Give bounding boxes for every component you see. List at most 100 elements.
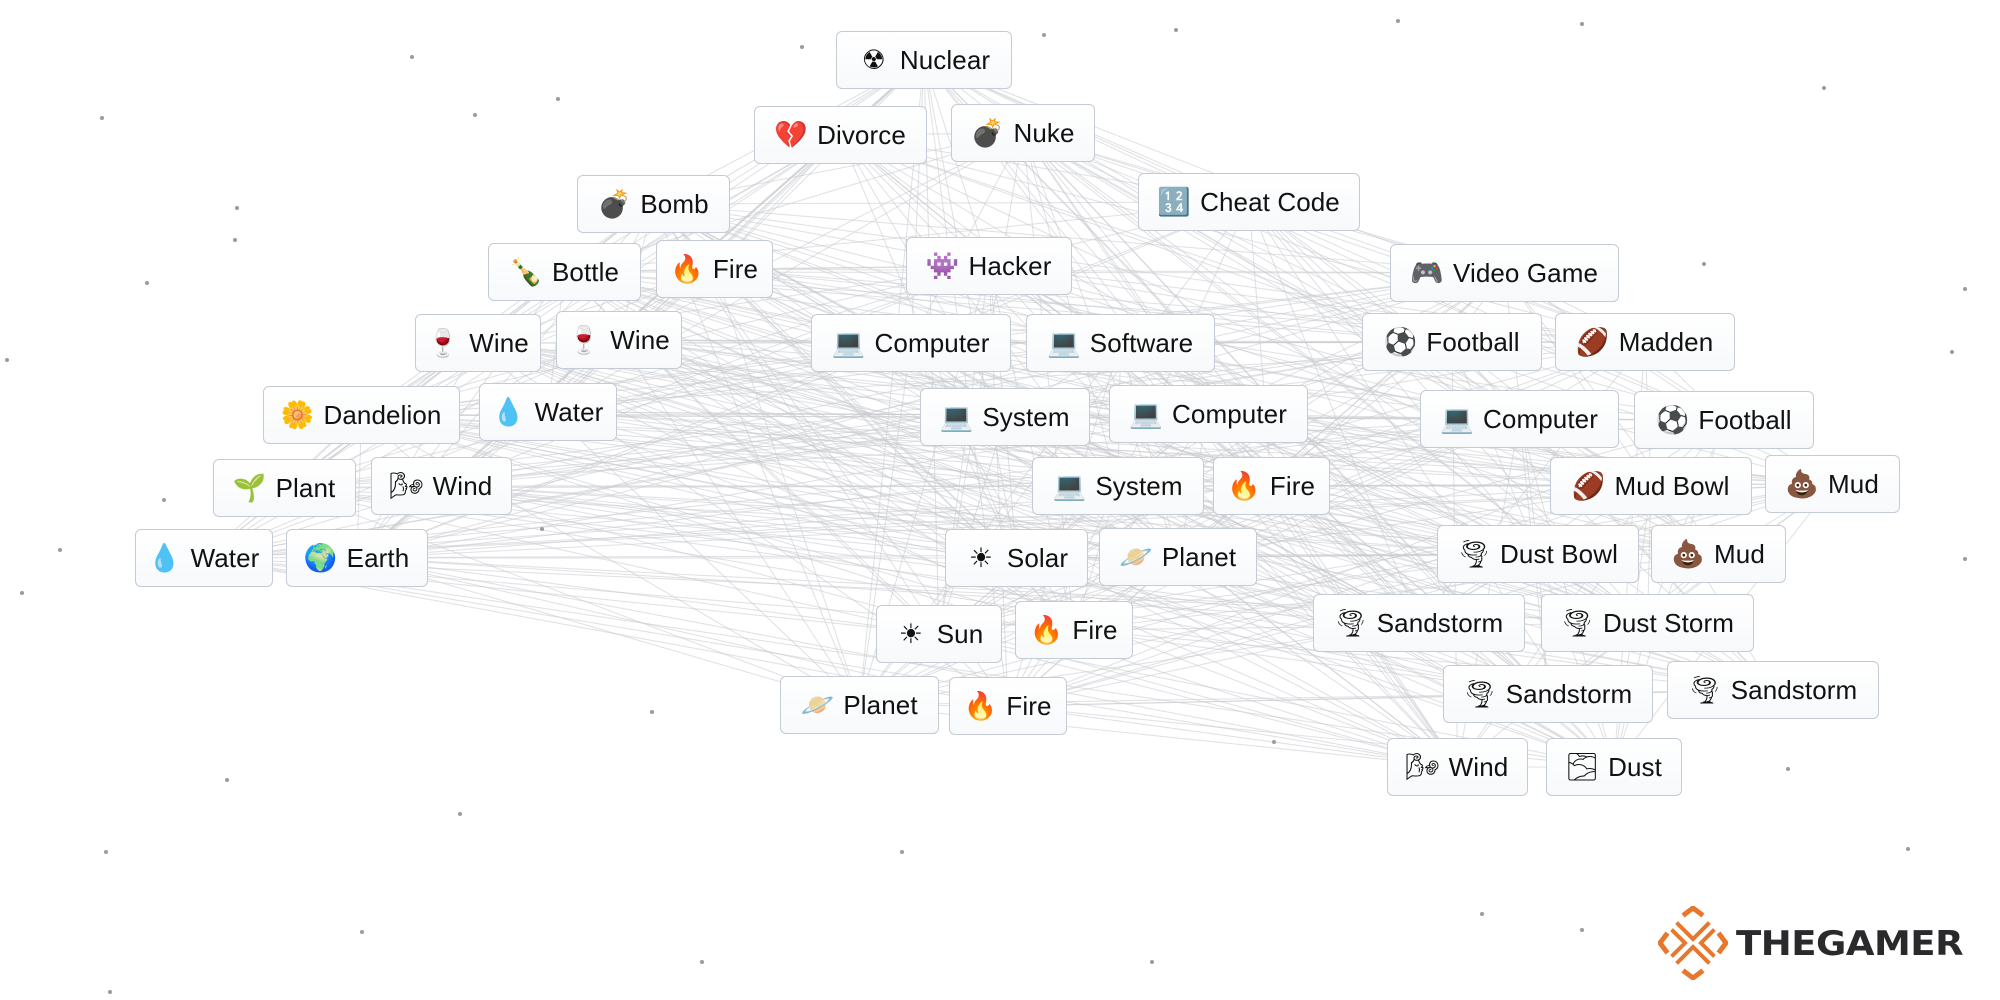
item-hacker[interactable]: 👾 Hacker — [906, 237, 1072, 295]
item-dandelion[interactable]: 🌼 Dandelion — [263, 386, 460, 444]
item-dust-bowl[interactable]: 🌪 Dust Bowl — [1437, 525, 1639, 583]
item-planet[interactable]: 🪐 Planet — [1099, 528, 1257, 586]
item-bottle[interactable]: 🍾 Bottle — [488, 243, 641, 301]
item-video-game[interactable]: 🎮 Video Game — [1390, 244, 1619, 302]
item-system[interactable]: 💻 System — [920, 388, 1090, 446]
laptop-icon: 💻 — [1052, 470, 1087, 502]
item-fire[interactable]: 🔥 Fire — [656, 240, 773, 298]
connection-line — [653, 203, 1520, 420]
item-dust-storm[interactable]: 🌪 Dust Storm — [1541, 594, 1754, 652]
item-nuke[interactable]: 💣 Nuke — [951, 104, 1095, 162]
tornado-icon: 🌪 — [1456, 538, 1492, 570]
item-software[interactable]: 💻 Software — [1026, 314, 1215, 372]
item-label: System — [1095, 470, 1183, 501]
item-label: Software — [1089, 327, 1194, 358]
item-sandstorm[interactable]: 🌪 Sandstorm — [1667, 661, 1879, 719]
item-earth[interactable]: 🌍 Earth — [286, 529, 428, 587]
crafting-canvas[interactable]: ☢ Nuclear 💔 Divorce 💣 Nuke 💣 Bomb 🔢 Chea… — [0, 0, 2000, 1000]
item-nuclear[interactable]: ☢ Nuclear — [836, 31, 1012, 89]
background-dot — [650, 710, 654, 714]
connection-line — [714, 268, 1272, 487]
item-mud-bowl[interactable]: 🏈 Mud Bowl — [1550, 457, 1752, 515]
american-football-icon: 🏈 — [1571, 470, 1606, 502]
item-fire[interactable]: 🔥 Fire — [1015, 601, 1133, 659]
item-wine[interactable]: 🍷 Wine — [556, 311, 682, 369]
background-dot — [800, 45, 804, 49]
background-dot — [108, 990, 112, 994]
tornado-icon: 🌪 — [1687, 674, 1722, 706]
connection-line — [1007, 485, 1119, 707]
item-water[interactable]: 💧 Water — [479, 383, 617, 441]
item-label: Computer — [1483, 403, 1598, 434]
background-dot — [556, 97, 560, 101]
connection-line — [910, 59, 925, 344]
radioactive-icon: ☢ — [861, 44, 886, 76]
item-label: Fire — [1006, 690, 1052, 721]
item-sandstorm[interactable]: 🌪 Sandstorm — [1313, 594, 1525, 652]
item-cheat-code[interactable]: 🔢 Cheat Code — [1138, 173, 1360, 231]
item-computer[interactable]: 💻 Computer — [1420, 390, 1619, 448]
globe-icon: 🌍 — [303, 542, 338, 574]
laptop-icon: 💻 — [1046, 327, 1081, 359]
item-divorce[interactable]: 💔 Divorce — [754, 106, 927, 164]
item-label: System — [982, 401, 1070, 432]
connection-line — [1117, 485, 1774, 691]
item-mud[interactable]: 💩 Mud — [1651, 525, 1786, 583]
item-mud[interactable]: 💩 Mud — [1765, 455, 1900, 513]
item-label: Plant — [275, 472, 336, 503]
item-label: Madden — [1618, 326, 1714, 357]
wind-face-icon: 🌬 — [389, 470, 424, 502]
connection-line — [618, 339, 1539, 555]
wind-face-icon: 🌬 — [1405, 751, 1440, 783]
connection-line — [477, 342, 1719, 555]
item-solar[interactable]: ☀ Solar — [945, 529, 1088, 587]
connection-line — [1177, 556, 1615, 768]
item-wind[interactable]: 🌬 Wind — [1387, 738, 1528, 796]
item-label: Nuclear — [899, 44, 991, 75]
item-label: Video Game — [1452, 257, 1599, 288]
item-fire[interactable]: 🔥 Fire — [1213, 457, 1330, 515]
item-label: Divorce — [817, 119, 906, 150]
connection-line — [356, 339, 620, 559]
item-label: Sandstorm — [1376, 607, 1504, 638]
item-label: Water — [190, 542, 260, 573]
thegamer-logo-icon — [1658, 906, 1728, 980]
connection-line — [1022, 132, 1453, 343]
item-sandstorm[interactable]: 🌪 Sandstorm — [1443, 665, 1653, 723]
connection-line — [356, 342, 479, 559]
connection-line — [1451, 341, 1539, 555]
connection-line — [361, 414, 1075, 631]
background-dot — [1580, 22, 1584, 26]
item-system[interactable]: 💻 System — [1032, 457, 1204, 515]
connection-line — [564, 271, 1119, 487]
item-computer[interactable]: 💻 Computer — [1109, 385, 1308, 443]
item-madden[interactable]: 🏈 Madden — [1555, 313, 1735, 371]
item-planet[interactable]: 🪐 Planet — [780, 676, 939, 734]
item-label: Fire — [1269, 470, 1316, 501]
wine-glass-icon: 🍷 — [567, 324, 601, 356]
item-wind[interactable]: 🌬 Wind — [371, 457, 512, 515]
item-plant[interactable]: 🌱 Plant — [213, 459, 356, 517]
item-water[interactable]: 💧 Water — [135, 529, 273, 587]
connection-line — [1418, 419, 1725, 624]
droplet-icon: 💧 — [491, 396, 526, 428]
item-wine[interactable]: 🍷 Wine — [415, 314, 541, 372]
background-dot — [1396, 19, 1400, 23]
item-dust[interactable]: 🌫 Dust — [1546, 738, 1682, 796]
item-football[interactable]: ⚽ Football — [1362, 313, 1542, 371]
item-sun[interactable]: ☀ Sun — [876, 605, 1002, 663]
item-label: Computer — [874, 327, 990, 358]
item-fire[interactable]: 🔥 Fire — [949, 677, 1067, 735]
ringed-planet-icon: 🪐 — [800, 689, 835, 721]
item-label: Nuke — [1013, 117, 1075, 148]
connection-line — [923, 59, 990, 267]
item-label: Bomb — [640, 188, 709, 219]
ringed-planet-icon: 🪐 — [1119, 541, 1153, 573]
item-computer[interactable]: 💻 Computer — [811, 314, 1011, 372]
background-dot — [58, 548, 62, 552]
item-football[interactable]: ⚽ Football — [1634, 391, 1814, 449]
laptop-icon: 💻 — [1129, 398, 1163, 430]
background-dot — [104, 850, 108, 854]
item-bomb[interactable]: 💣 Bomb — [577, 175, 730, 233]
connection-line — [653, 203, 1505, 274]
